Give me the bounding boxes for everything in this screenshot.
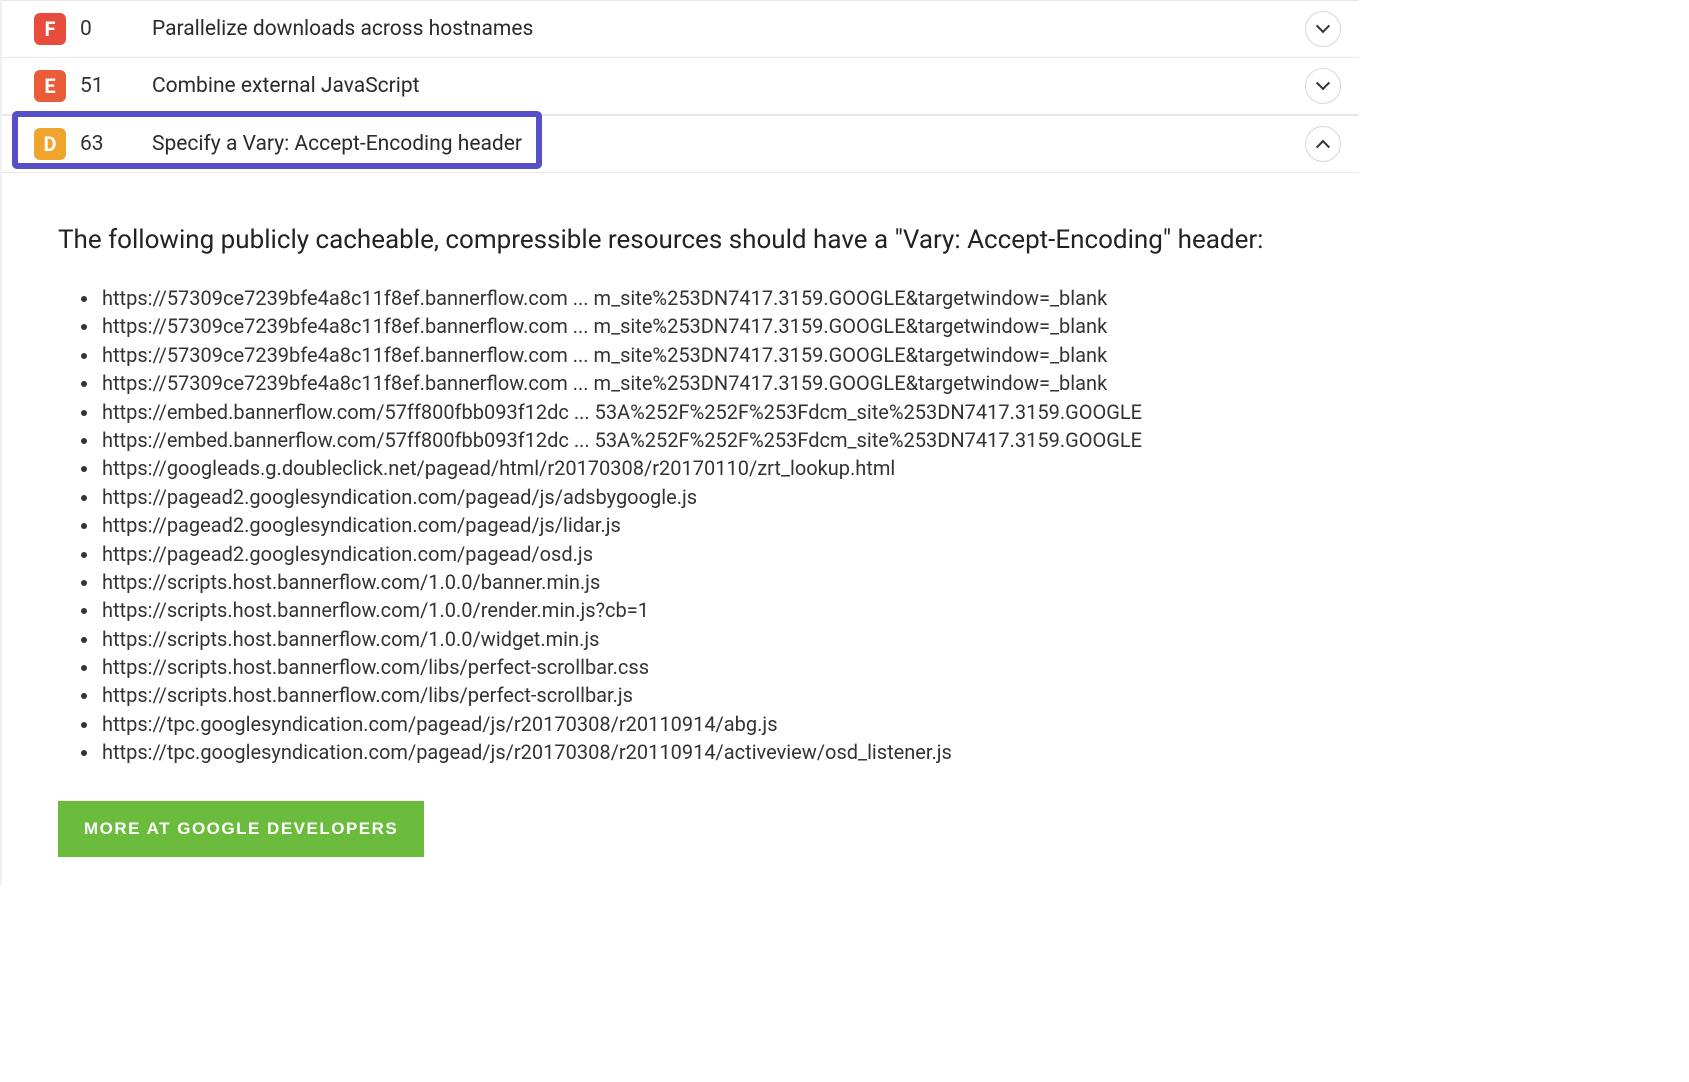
more-at-google-developers-button[interactable]: MORE AT GOOGLE DEVELOPERS — [58, 801, 424, 857]
rule-row-parallelize[interactable]: F 0 Parallelize downloads across hostnam… — [2, 0, 1359, 58]
rule-title: Combine external JavaScript — [152, 74, 1305, 98]
expand-button[interactable] — [1305, 11, 1341, 47]
grade-badge: E — [34, 70, 66, 102]
resource-url: https://tpc.googlesyndication.com/pagead… — [100, 738, 1311, 766]
rule-score: 51 — [80, 74, 136, 98]
audit-report: F 0 Parallelize downloads across hostnam… — [0, 0, 1689, 885]
resource-url: https://tpc.googlesyndication.com/pagead… — [100, 710, 1311, 738]
grade-badge: D — [34, 128, 66, 160]
chevron-down-icon — [1316, 19, 1330, 33]
resource-url-list: https://57309ce7239bfe4a8c11f8ef.bannerf… — [58, 284, 1311, 767]
resource-url: https://scripts.host.bannerflow.com/1.0.… — [100, 596, 1311, 624]
rule-score: 63 — [80, 132, 136, 156]
panel-heading: The following publicly cacheable, compre… — [58, 221, 1311, 260]
rule-title: Specify a Vary: Accept-Encoding header — [152, 132, 1305, 156]
resource-url: https://googleads.g.doubleclick.net/page… — [100, 454, 1311, 482]
expand-button[interactable] — [1305, 68, 1341, 104]
resource-url: https://pagead2.googlesyndication.com/pa… — [100, 511, 1311, 539]
resource-url: https://scripts.host.bannerflow.com/libs… — [100, 681, 1311, 709]
resource-url: https://embed.bannerflow.com/57ff800fbb0… — [100, 426, 1311, 454]
resource-url: https://57309ce7239bfe4a8c11f8ef.bannerf… — [100, 341, 1311, 369]
rule-title: Parallelize downloads across hostnames — [152, 17, 1305, 41]
resource-url: https://scripts.host.bannerflow.com/libs… — [100, 653, 1311, 681]
chevron-up-icon — [1316, 140, 1330, 154]
resource-url: https://pagead2.googlesyndication.com/pa… — [100, 483, 1311, 511]
resource-url: https://57309ce7239bfe4a8c11f8ef.bannerf… — [100, 369, 1311, 397]
resource-url: https://scripts.host.bannerflow.com/1.0.… — [100, 568, 1311, 596]
rule-row-vary-header-wrap: D 63 Specify a Vary: Accept-Encoding hea… — [2, 115, 1359, 173]
resource-url: https://scripts.host.bannerflow.com/1.0.… — [100, 625, 1311, 653]
rule-row-vary-header[interactable]: D 63 Specify a Vary: Accept-Encoding hea… — [2, 115, 1359, 173]
resource-url: https://embed.bannerflow.com/57ff800fbb0… — [100, 398, 1311, 426]
rule-score: 0 — [80, 17, 136, 41]
chevron-down-icon — [1316, 76, 1330, 90]
resource-url: https://57309ce7239bfe4a8c11f8ef.bannerf… — [100, 312, 1311, 340]
collapse-button[interactable] — [1305, 126, 1341, 162]
resource-url: https://pagead2.googlesyndication.com/pa… — [100, 540, 1311, 568]
rule-row-combine-js[interactable]: E 51 Combine external JavaScript — [2, 58, 1359, 115]
grade-badge: F — [34, 13, 66, 45]
resource-url: https://57309ce7239bfe4a8c11f8ef.bannerf… — [100, 284, 1311, 312]
rule-detail-panel: The following publicly cacheable, compre… — [2, 173, 1359, 885]
